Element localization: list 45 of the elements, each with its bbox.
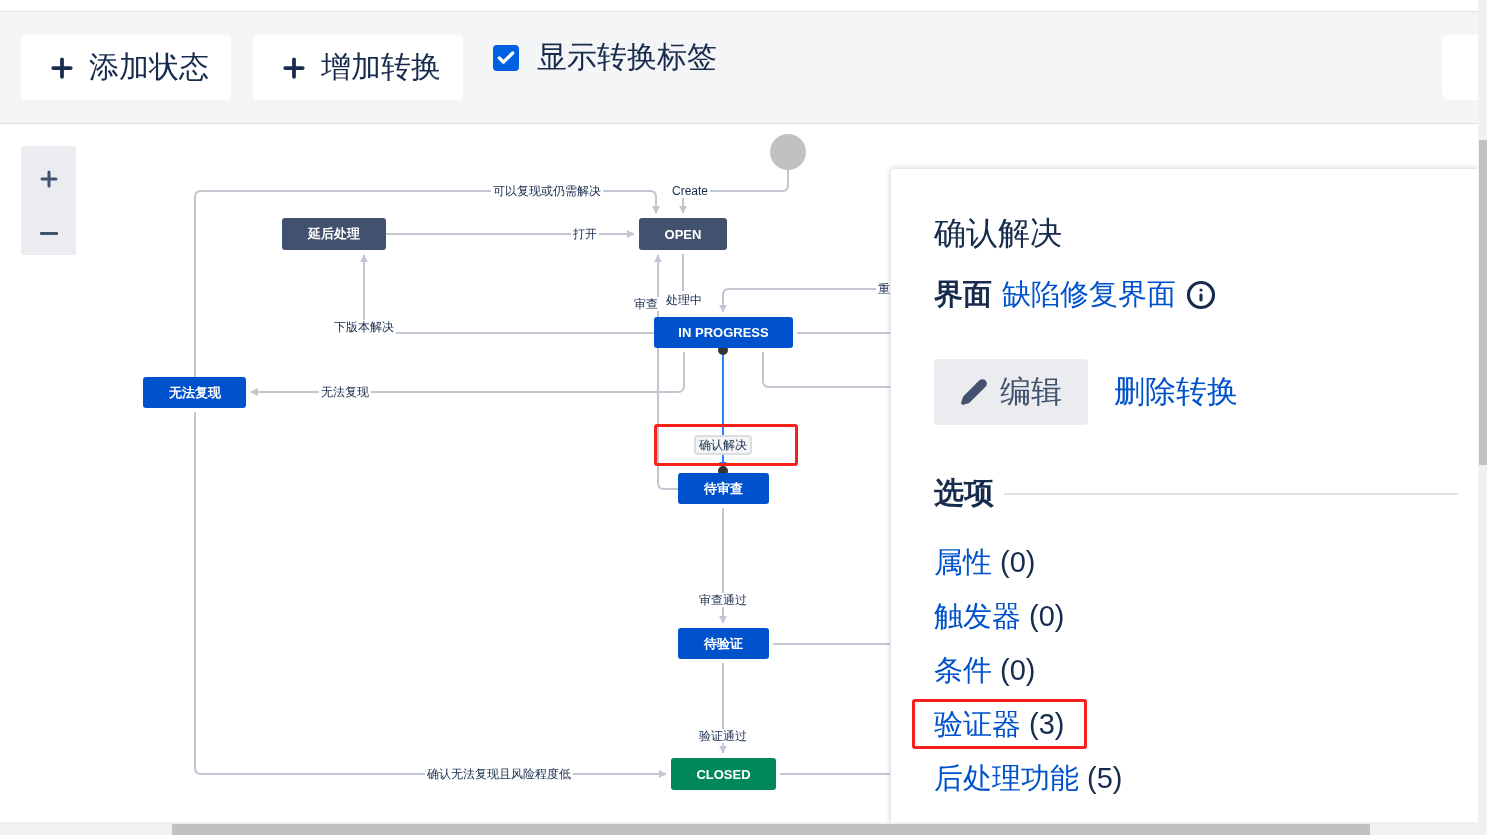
add-button[interactable]: 添加状态 xyxy=(21,35,231,100)
transition-label[interactable]: 审查 xyxy=(632,297,660,311)
transition-label[interactable]: 下版本解决 xyxy=(332,320,396,334)
transition-label[interactable]: 确认解决 xyxy=(694,435,752,455)
transition-label[interactable]: 验证通过 xyxy=(697,729,749,743)
option-link[interactable]: 验证器 (3) xyxy=(934,706,1065,742)
panel-title: 确认解决 xyxy=(934,214,1063,253)
zoom-out-button[interactable] xyxy=(39,231,58,235)
field-label: 界面 xyxy=(934,277,992,312)
transition-label[interactable]: 处理中 xyxy=(664,293,704,307)
status-node[interactable]: 待审查 xyxy=(678,473,769,504)
connector-line[interactable] xyxy=(772,643,891,645)
delete-link[interactable]: 删除转换 xyxy=(1114,371,1238,413)
add-button[interactable]: 增加转换 xyxy=(253,35,463,100)
checkbox[interactable] xyxy=(493,44,519,71)
status-node[interactable]: OPEN xyxy=(639,218,727,250)
transition-label[interactable]: 确认无法复现且风险程度低 xyxy=(425,767,573,781)
vertical-scrollbar[interactable] xyxy=(1478,0,1487,835)
start-node[interactable] xyxy=(770,134,806,170)
status-node[interactable]: 待验证 xyxy=(678,628,769,659)
transition-label[interactable]: 打开 xyxy=(571,227,599,241)
option-link[interactable]: 条件 (0) xyxy=(934,652,1036,688)
horizontal-scrollbar[interactable] xyxy=(0,822,1478,835)
connector-line[interactable] xyxy=(796,332,891,334)
minus-icon xyxy=(39,231,58,235)
transition-label[interactable]: 无法复现 xyxy=(319,385,371,399)
transition-label[interactable]: 可以复现或仍需解决 xyxy=(491,184,603,198)
status-node[interactable]: IN PROGRESS xyxy=(654,317,793,348)
pencil-icon xyxy=(960,378,988,406)
transition-label[interactable]: 重 xyxy=(876,282,892,296)
connector-line[interactable] xyxy=(779,773,891,775)
connector-line[interactable] xyxy=(762,351,891,388)
status-node[interactable]: 无法复现 xyxy=(143,377,246,408)
section-title: 选项 xyxy=(934,475,994,511)
info-icon[interactable] xyxy=(1186,280,1216,310)
edit-button[interactable]: 编辑 xyxy=(934,359,1088,425)
option-link[interactable]: 后处理功能 (5) xyxy=(934,760,1123,796)
transition-label[interactable]: 审查通过 xyxy=(697,593,749,607)
screen-link[interactable]: 缺陷修复界面 xyxy=(1002,275,1176,315)
option-link[interactable]: 触发器 (0) xyxy=(934,598,1065,634)
status-node[interactable]: 延后处理 xyxy=(282,218,386,250)
transition-label[interactable]: Create xyxy=(670,184,710,198)
checkbox-label: 显示转换标签 xyxy=(537,39,717,75)
option-link[interactable]: 属性 (0) xyxy=(934,544,1036,580)
status-node[interactable]: CLOSED xyxy=(671,758,776,790)
